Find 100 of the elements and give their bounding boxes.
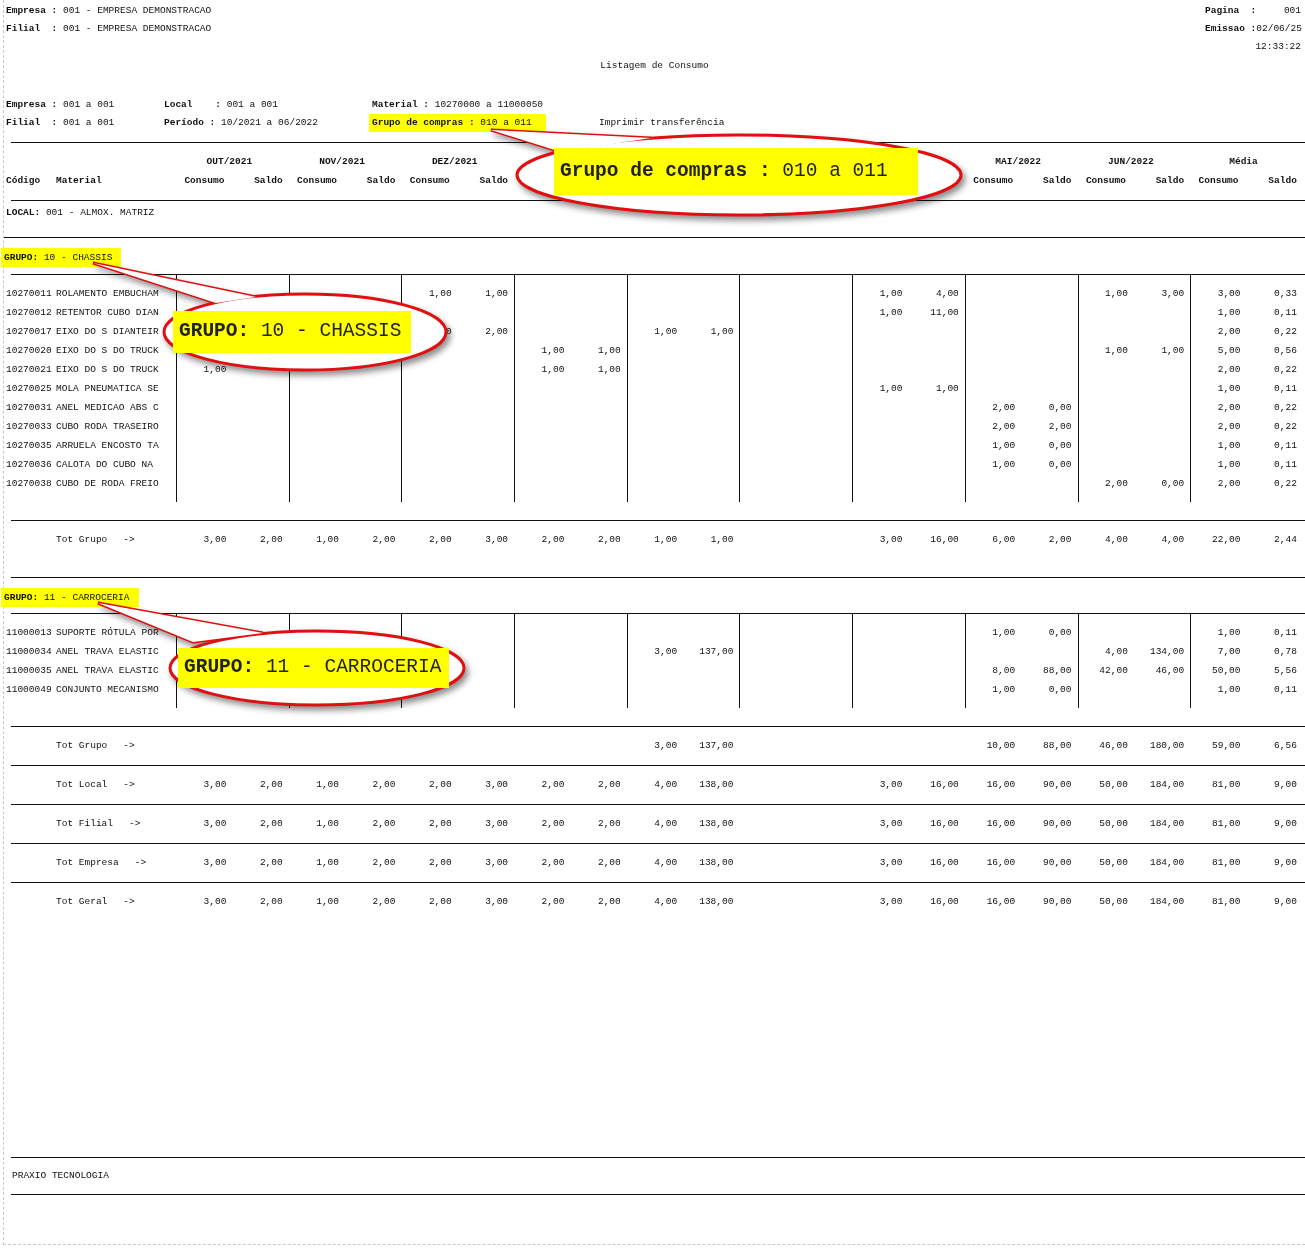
item-name: ROLAMENTO EMBUCHAM [56,288,159,299]
table-cell: 0,11 [1274,684,1297,695]
item-name: CONJUNTO MECANISMO [56,684,159,695]
header-text: Empresa : 001 - EMPRESA DEMONSTRACAO [6,4,212,18]
total-cell: 2,00 [1048,534,1072,545]
total-cell: 50,00 [1099,818,1128,829]
item-code: 10270020 [6,345,52,356]
total-cell: 1,00 [316,896,340,907]
total-cell: 138,00 [699,896,734,907]
table-cell: 0 [446,326,452,337]
total-cell: 9,00 [1274,896,1297,907]
total-cell: 3,00 [879,818,903,829]
total-label: Tot Grupo [56,740,108,751]
total-cell: 16,00 [986,857,1016,868]
total-cell: 59,00 [1212,740,1241,751]
column-header: Saldo [479,175,509,186]
total-arrow: -> [134,857,147,868]
total-arrow: -> [129,818,141,829]
item-code: 11000049 [6,684,52,695]
total-cell: 16,00 [986,818,1016,829]
table-cell: 1,00 [485,288,509,299]
table-cell: 7,00 [1217,646,1241,657]
total-cell: 180,00 [1149,740,1185,751]
total-cell: 22,00 [1212,534,1241,545]
report-title: Listagem de Consumo [600,60,709,71]
total-cell: 138,00 [699,779,734,790]
item-name: MOLA PNEUMATICA SE [56,383,159,394]
table-cell: 1,00 [879,383,903,394]
total-cell: 4,00 [654,818,678,829]
total-cell: 2,00 [372,534,396,545]
table-cell: 0,11 [1274,459,1297,470]
local-text: LOCAL: 001 - ALMOX. MATRIZ [6,207,155,218]
total-cell: 50,00 [1099,896,1128,907]
table-cell: 0,11 [1274,307,1297,318]
table-cell: 0,78 [1274,646,1297,657]
total-cell: 2,00 [372,779,396,790]
table-cell: 1,00 [654,326,678,337]
table-cell: 0,22 [1274,478,1297,489]
total-cell: 16,00 [986,896,1016,907]
total-cell: 90,00 [1043,818,1072,829]
column-header: Saldo [254,175,283,186]
item-name: ANEL MEDICAO ABS C [56,402,159,413]
table-cell: 2,00 [1217,364,1241,375]
item-code: 10270038 [6,478,52,489]
table-cell: 0,22 [1274,326,1297,337]
table-cell: 0,33 [1274,288,1297,299]
total-cell: 2,00 [259,896,283,907]
item-code: 10270025 [6,383,52,394]
total-cell: 16,00 [930,818,959,829]
time-text: 12:33:22 [1254,40,1301,54]
total-cell: 3,00 [203,779,227,790]
callout-text: GRUPO: 11 - CARROCERIA [178,648,449,688]
total-cell: 2,00 [259,818,283,829]
total-cell: 184,00 [1149,818,1185,829]
table-cell: 5,00 [1217,345,1241,356]
total-cell: 2,00 [372,896,396,907]
total-cell: 2,00 [597,857,621,868]
total-cell: 1,00 [316,857,340,868]
callout-text: Grupo de compras : 010 a 011 [554,148,918,195]
total-cell: 3,00 [654,740,678,751]
total-cell: 2,00 [597,779,621,790]
table-cell: 1,00 [1217,440,1241,451]
total-cell: 3,00 [485,896,509,907]
total-cell: 6,00 [992,534,1016,545]
item-code: 10270036 [6,459,52,470]
table-cell: 1,00 [879,307,903,318]
table-cell: 1,00 [541,345,565,356]
item-code: 10270012 [6,307,52,318]
total-cell: 3,00 [879,534,903,545]
total-cell: 4,00 [1105,534,1128,545]
item-code: 10270033 [6,421,52,432]
item-name: EIXO DO S DO TRUCK [56,345,159,356]
table-cell: 2,00 [1217,326,1241,337]
table-cell: 0,00 [1048,440,1072,451]
total-cell: 2,00 [428,896,452,907]
item-code: 10270035 [6,440,52,451]
footer-text: PRAXIO TECNOLOGIA [12,1170,109,1181]
total-cell: 3,00 [203,896,227,907]
filter-text: Material : 10270000 a 11000050 [372,98,544,112]
total-cell: 3,00 [879,896,903,907]
total-cell: 2,44 [1274,534,1297,545]
table-cell: 5,56 [1274,665,1297,676]
filter-text: Grupo de compras : 010 a 011 [369,114,546,132]
total-cell: 16,00 [930,896,959,907]
table-cell: 1,00 [1161,345,1185,356]
table-cell: 1,00 [710,326,734,337]
column-header: Saldo [366,175,396,186]
total-cell: 138,00 [699,857,734,868]
table-cell: 137,00 [699,646,734,657]
table-cell: 0,11 [1274,383,1297,394]
table-cell: 88,00 [1043,665,1072,676]
column-header: Consumo [297,175,338,186]
table-cell: 0,22 [1274,421,1297,432]
table-cell: 2,00 [992,402,1016,413]
item-name: EIXO DO S DO TRUCK [56,364,159,375]
column-header: Saldo [1043,175,1072,186]
column-header: Material [56,175,102,186]
column-header: MAI/2022 [995,156,1041,167]
total-label: Tot Grupo [56,534,108,545]
header-text: Emissao :02/06/25 [1205,22,1301,36]
